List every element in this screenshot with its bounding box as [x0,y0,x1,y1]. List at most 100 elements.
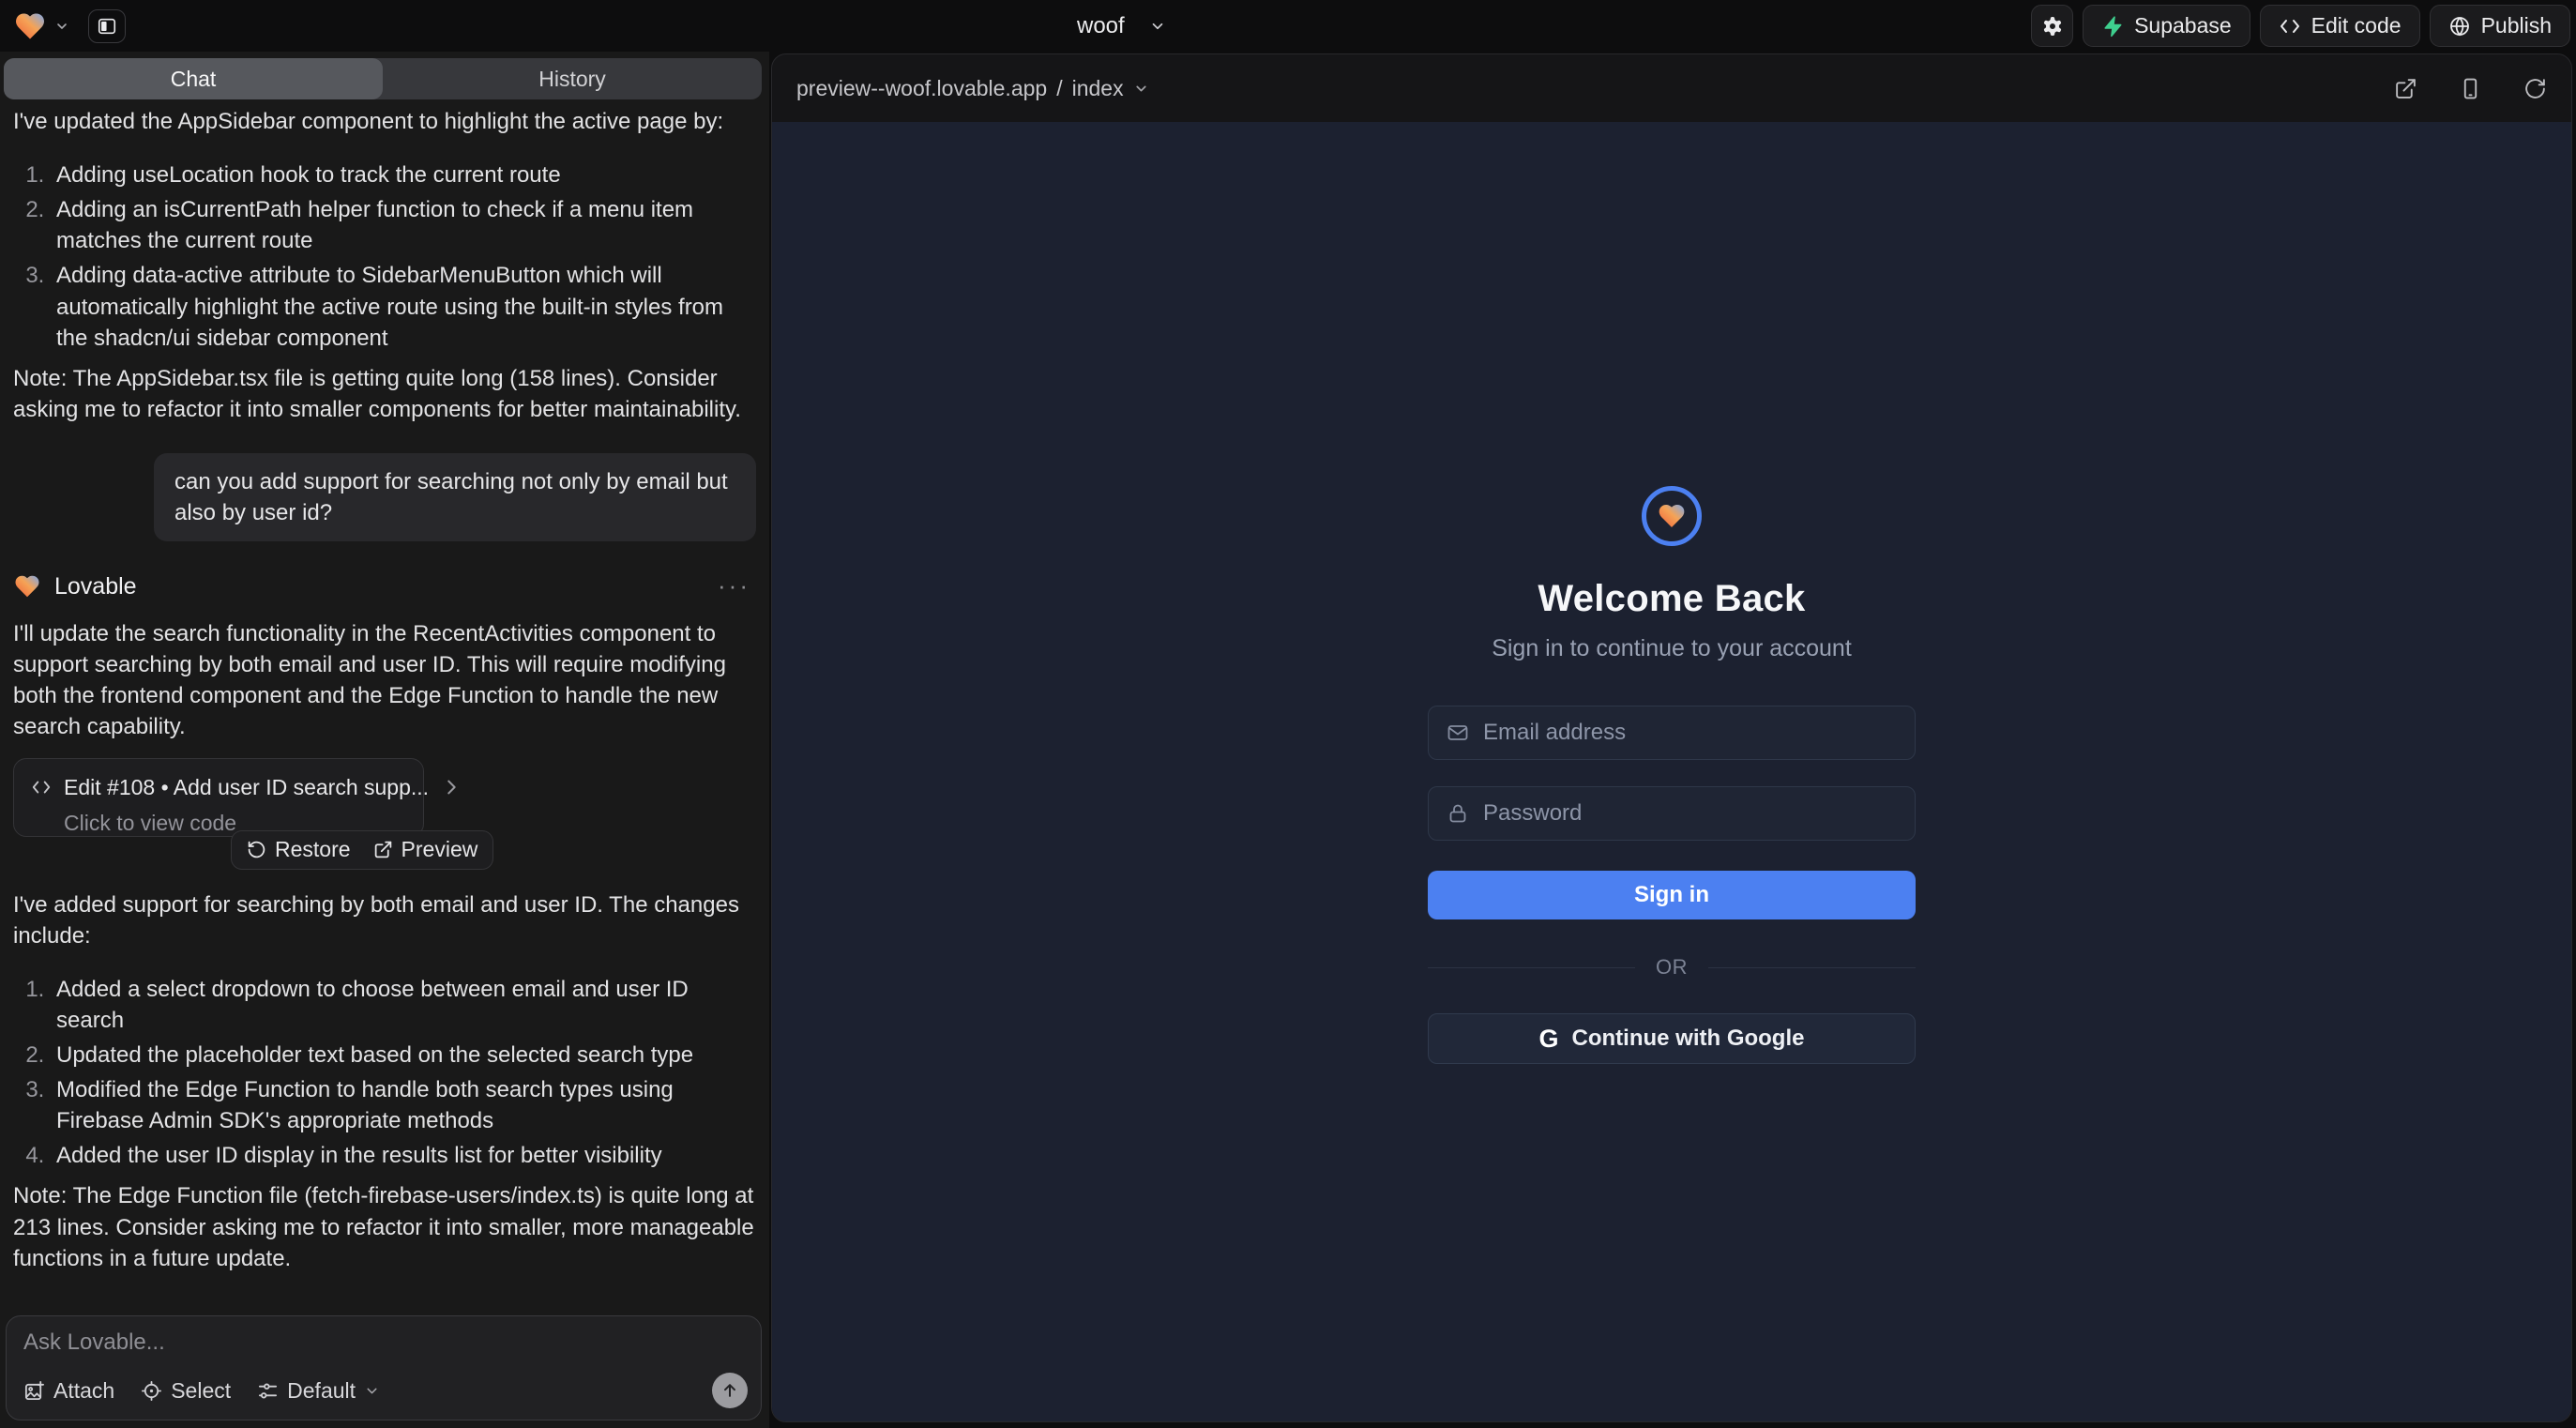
lovable-avatar-heart-icon [13,572,41,600]
edit-code-button[interactable]: Edit code [2260,5,2420,47]
code-icon [31,777,52,798]
assistant-message-intro: I've updated the AppSidebar component to… [13,106,756,137]
tab-chat[interactable]: Chat [4,58,383,99]
chevron-down-icon [1149,18,1166,35]
supabase-button[interactable]: Supabase [2083,5,2250,47]
lovable-logo-heart-icon[interactable] [13,9,47,43]
chevron-down-icon [364,1383,380,1399]
edit-card-wrap: Edit #108 • Add user ID search supp... C… [13,758,756,869]
topbar: woof Supabase Edit code Publish [0,0,2576,52]
lock-icon [1447,802,1469,825]
composer: Attach Select Default [6,1315,762,1420]
publish-button[interactable]: Publish [2430,5,2570,47]
open-in-new-tab-icon[interactable] [2394,77,2417,100]
refresh-icon[interactable] [2523,77,2547,100]
list-item: Added the user ID display in the results… [51,1140,756,1171]
edit-card-title: Edit #108 • Add user ID search supp... [64,773,429,803]
continue-with-google-button[interactable]: G Continue with Google [1428,1013,1916,1064]
divider-line [1428,967,1635,968]
settings-button[interactable] [2031,5,2073,47]
preview-path: index [1072,76,1124,101]
mobile-view-icon[interactable] [2459,77,2482,100]
divider-line [1708,967,1916,968]
sidebar-toggle-button[interactable] [88,9,126,43]
select-element-button[interactable]: Select [141,1378,231,1404]
edit-version-card[interactable]: Edit #108 • Add user ID search supp... C… [13,758,424,837]
sliders-icon [257,1380,279,1402]
email-field[interactable] [1428,706,1916,760]
send-button[interactable] [712,1373,748,1408]
project-menu-chevron-down-icon[interactable] [54,19,69,34]
chat-mode-dropdown[interactable]: Default [257,1378,380,1404]
list-item: Adding useLocation hook to track the cur… [51,160,756,190]
supabase-label: Supabase [2134,13,2232,38]
preview-domain: preview--woof.lovable.app [796,76,1047,101]
project-title-dropdown[interactable]: woof [1077,0,1166,52]
assistant-message-intro: I'll update the search functionality in … [13,618,756,742]
google-button-label: Continue with Google [1572,1025,1805,1052]
lovable-app: woof Supabase Edit code Publish Chat [0,0,2576,1428]
gear-icon [2041,15,2064,38]
assistant-message-note: Note: The AppSidebar.tsx file is getting… [13,363,756,425]
password-field[interactable] [1428,786,1916,841]
image-plus-icon [23,1380,45,1402]
preview-tools [2394,77,2547,100]
chat-panel: Chat History I've updated the AppSidebar… [0,52,769,1428]
chat-history-tabs: Chat History [4,58,762,99]
chevron-right-icon [441,777,462,798]
preview-button[interactable]: Preview [373,835,478,865]
signin-card: Welcome Back Sign in to continue to your… [1428,122,1916,1064]
globe-icon [2448,15,2471,38]
target-icon [141,1380,162,1402]
project-title: woof [1077,13,1125,39]
assistant-message-summary: I've added support for searching by both… [13,889,756,951]
divider-label: OR [1635,955,1708,980]
code-icon [2279,15,2301,38]
chat-messages: I've updated the AppSidebar component to… [0,106,769,1308]
assistant-message-list: Added a select dropdown to choose betwee… [13,974,756,1172]
topbar-left [13,0,126,52]
list-item: Added a select dropdown to choose betwee… [51,974,756,1036]
publish-label: Publish [2481,13,2552,38]
heart-icon [1657,501,1687,531]
mail-icon [1447,722,1469,744]
page-title: Welcome Back [1538,578,1805,620]
or-divider: OR [1428,955,1916,980]
chevron-down-icon [1133,81,1149,97]
supabase-bolt-icon [2101,15,2124,38]
edit-card-actions: Restore Preview [231,830,493,870]
assistant-message-list: Adding useLocation hook to track the cur… [13,160,756,354]
edit-code-label: Edit code [2311,13,2402,38]
topbar-actions: Supabase Edit code Publish [2031,0,2570,52]
sign-in-button[interactable]: Sign in [1428,871,1916,919]
url-separator: / [1056,76,1062,101]
chat-input[interactable] [23,1329,744,1371]
list-item: Adding data-active attribute to SidebarM… [51,260,756,353]
page-subtitle: Sign in to continue to your account [1492,635,1852,662]
preview-iframe-content: Welcome Back Sign in to continue to your… [772,122,2571,1421]
assistant-message-closing: You can now search for users by either t… [13,1302,756,1308]
arrow-up-icon [720,1381,739,1400]
list-item: Modified the Edge Function to handle bot… [51,1074,756,1136]
tab-history[interactable]: History [383,58,762,99]
restore-button[interactable]: Restore [247,835,351,865]
external-link-icon [373,840,393,859]
list-item: Adding an isCurrentPath helper function … [51,194,756,256]
composer-toolbar: Attach Select Default [23,1373,748,1408]
restore-icon [247,840,266,859]
preview-toolbar: preview--woof.lovable.app / index [772,54,2571,122]
email-field-wrap [1428,706,1916,760]
password-field-wrap [1428,786,1916,841]
edit-card-header: Edit #108 • Add user ID search supp... [31,773,406,803]
list-item: Updated the placeholder text based on th… [51,1040,756,1071]
app-logo-ring [1642,486,1702,546]
attach-button[interactable]: Attach [23,1378,114,1404]
preview-url-bar[interactable]: preview--woof.lovable.app / index [796,76,1149,101]
preview-panel: preview--woof.lovable.app / index Welcom… [771,53,2572,1422]
user-message-bubble: can you add support for searching not on… [154,453,756,541]
assistant-name: Lovable [54,570,137,603]
google-g-icon: G [1539,1025,1559,1054]
assistant-message-note: Note: The Edge Function file (fetch-fire… [13,1180,756,1273]
assistant-sender-row: Lovable ··· [13,570,756,603]
message-options-ellipsis-icon[interactable]: ··· [718,570,756,603]
